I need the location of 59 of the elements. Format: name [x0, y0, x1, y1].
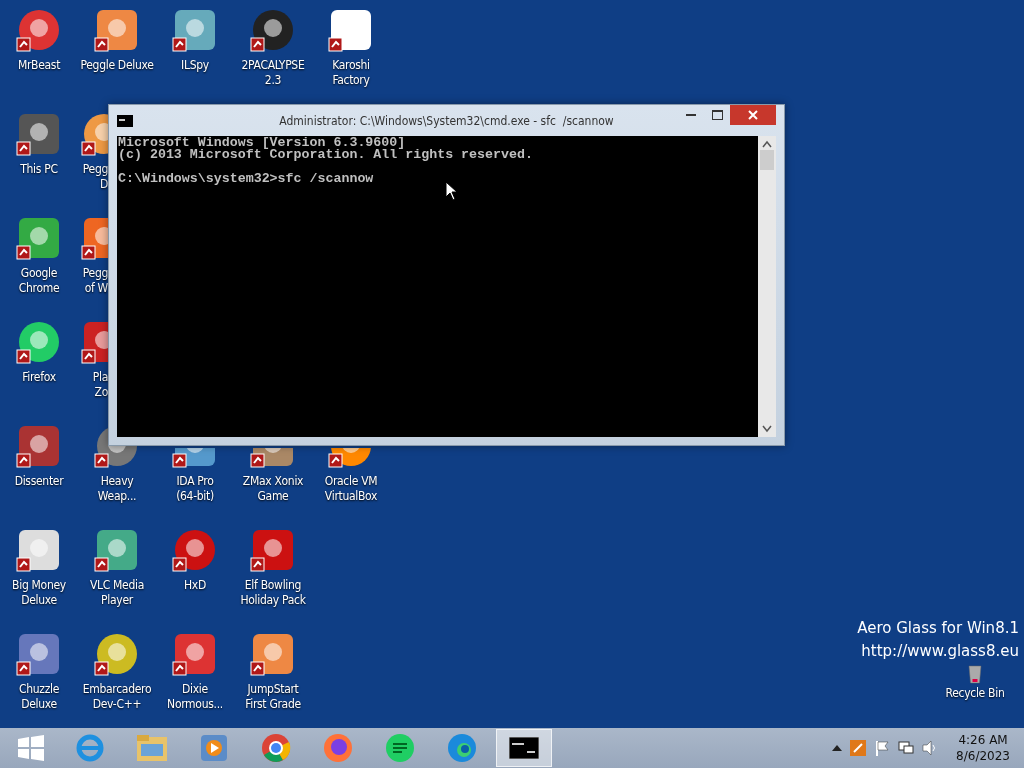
console-line: Microsoft Windows [Version 6.3.9600] [118, 137, 406, 149]
icon-label[interactable]: Elf Bowling Holiday Pack [240, 578, 306, 608]
browser-icon [75, 733, 105, 763]
icon-label[interactable]: Karoshi Factory [332, 58, 370, 88]
icon-label[interactable]: MrBeast [17, 58, 61, 73]
icon-label[interactable]: JumpStart First Grade [245, 682, 301, 712]
icon-label[interactable]: Heavy Weap... [97, 474, 137, 504]
overlay-text: Aero Glass for Win8.1 [857, 618, 1019, 639]
caret-icon[interactable] [832, 744, 843, 752]
scrollbar[interactable] [758, 136, 776, 437]
console-line: (c) 2013 Microsoft Corporation. All rights reserved. [118, 149, 534, 161]
close-button[interactable] [730, 105, 776, 125]
icon-label[interactable]: IDA Pro (64-bit) [176, 474, 214, 504]
overlay-text: http://www.glass8.eu [861, 641, 1019, 662]
media-player-icon [200, 734, 228, 762]
edge-icon [447, 733, 477, 763]
scroll-up-icon[interactable] [762, 140, 772, 148]
chrome-icon [261, 733, 291, 763]
scroll-down-icon[interactable] [762, 425, 772, 433]
tray-app-icon[interactable] [850, 740, 867, 756]
icon-label[interactable]: Recycle Bin [945, 686, 1005, 701]
flag-icon[interactable] [874, 740, 891, 756]
window-title: Administrator: C:\Windows\System32\cmd.exe - sfc /scannow [278, 113, 615, 128]
icon-label[interactable]: HxD [184, 578, 206, 593]
date-text: 8/6/2023 [956, 748, 1010, 764]
minimize-icon [686, 114, 696, 116]
scrollbar-thumb[interactable] [760, 150, 774, 170]
icon-label[interactable]: Pegg of W [80, 266, 108, 296]
taskbar-button[interactable] [496, 729, 552, 767]
icon-label[interactable]: ILSpy [181, 58, 209, 73]
folder-icon [136, 734, 168, 762]
windows-logo-icon [18, 735, 44, 761]
icon-label[interactable]: 2PACALYPSE 2.3 [241, 58, 305, 88]
icon-label[interactable]: Chuzzle Deluxe [18, 682, 60, 712]
terminal-icon [509, 737, 539, 759]
trash-bin-icon [967, 664, 983, 684]
maximize-icon [711, 110, 723, 120]
command-line: C:\Windows\system32>sfc /scannow [118, 173, 375, 185]
icon-label[interactable]: Embarcadero Dev-C++ [82, 682, 152, 712]
icon-label[interactable]: Dixie Normous... [167, 682, 223, 712]
icon-label[interactable]: Oracle VM VirtualBox [324, 474, 378, 504]
close-icon [748, 110, 758, 120]
icon-label[interactable]: ZMax Xonix Game [242, 474, 304, 504]
chat-icon [385, 733, 415, 763]
mouse-cursor-icon [445, 181, 459, 201]
icon-label[interactable]: Peggle Deluxe [80, 58, 154, 73]
time-text: 4:26 AM [958, 732, 1008, 748]
icon-label[interactable]: Dissenter [14, 474, 64, 489]
clock[interactable]: 4:26 AM 8/6/2023 [956, 732, 1010, 764]
icon-label[interactable]: Big Money Deluxe [12, 578, 66, 608]
icon-label[interactable]: Google Chrome [18, 266, 60, 296]
network-icon[interactable] [898, 740, 915, 756]
terminal-icon [117, 114, 133, 127]
icon-label[interactable]: Firefox [22, 370, 56, 385]
icon-label[interactable]: Pegg D [80, 162, 108, 192]
icon-label[interactable]: This PC [20, 162, 58, 177]
firefox-icon [323, 733, 353, 763]
icon-label[interactable]: VLC Media Player [89, 578, 145, 608]
icon-label[interactable]: Pla Zo [80, 370, 108, 400]
